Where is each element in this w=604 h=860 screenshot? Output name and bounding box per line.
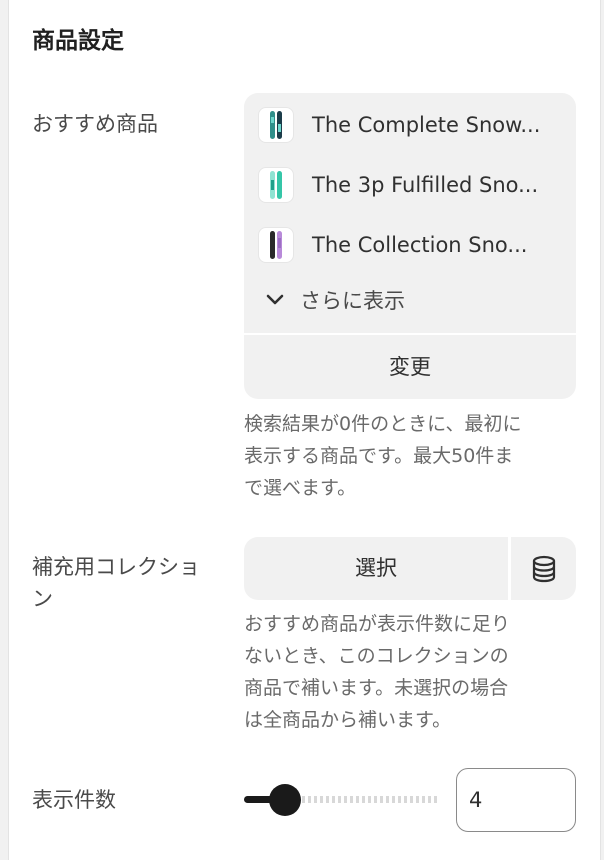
left-panel-edge <box>0 0 9 860</box>
help-line: おすすめ商品が表示件数に足り <box>244 613 511 635</box>
product-title: The Complete Snow... <box>312 113 541 137</box>
show-more-label: さらに表示 <box>300 289 405 313</box>
help-line: 商品で補います。未選択の場合 <box>244 677 509 699</box>
chevron-down-icon <box>266 294 284 305</box>
product-thumbnail <box>258 227 294 263</box>
product-thumbnail <box>258 107 294 143</box>
right-scroll-edge <box>600 0 604 860</box>
help-line: で選べます。 <box>244 477 357 499</box>
database-icon <box>532 555 556 583</box>
display-count-label: 表示件数 <box>32 788 116 812</box>
product-row[interactable]: The 3p Fulfilled Sno... <box>244 153 576 203</box>
display-count-input[interactable] <box>456 768 576 832</box>
change-button[interactable]: 変更 <box>244 335 576 399</box>
recommended-products-card: The Complete Snow... The 3p Fulfilled Sn… <box>244 93 576 399</box>
slider-track <box>284 796 440 803</box>
snowboard-icon <box>270 111 282 139</box>
help-line: は全商品から補います。 <box>244 709 452 731</box>
slider-handle[interactable] <box>269 784 301 816</box>
snowboard-icon <box>270 231 282 259</box>
recommended-help-text: 検索結果が0件のときに、最初に 表示する商品です。最大50件ま で選べます。 <box>244 408 580 504</box>
product-title: The 3p Fulfilled Sno... <box>312 173 539 197</box>
fallback-help-text: おすすめ商品が表示件数に足り ないとき、このコレクションの 商品で補います。未選… <box>244 608 580 736</box>
database-button[interactable] <box>511 537 576 600</box>
help-line: 検索結果が0件のときに、最初に <box>244 413 522 435</box>
help-line: ないとき、このコレクションの <box>244 645 509 667</box>
snowboard-icon <box>270 171 282 199</box>
fallback-collection-label: 補充用コレクショ ン <box>32 551 200 615</box>
show-more-button[interactable]: さらに表示 <box>264 283 405 319</box>
section-title: 商品設定 <box>32 28 124 54</box>
help-line: 表示する商品です。最大50件ま <box>244 445 514 467</box>
product-thumbnail <box>258 167 294 203</box>
label-line: 補充用コレクショ <box>32 555 200 579</box>
recommended-products-label: おすすめ商品 <box>32 112 158 136</box>
label-line: ン <box>32 587 53 611</box>
display-count-slider[interactable] <box>244 782 440 818</box>
collection-selector: 選択 <box>244 537 576 600</box>
product-title: The Collection Sno... <box>312 233 528 257</box>
select-collection-button[interactable]: 選択 <box>244 537 508 600</box>
product-row[interactable]: The Complete Snow... <box>244 93 576 143</box>
product-row[interactable]: The Collection Sno... <box>244 213 576 263</box>
